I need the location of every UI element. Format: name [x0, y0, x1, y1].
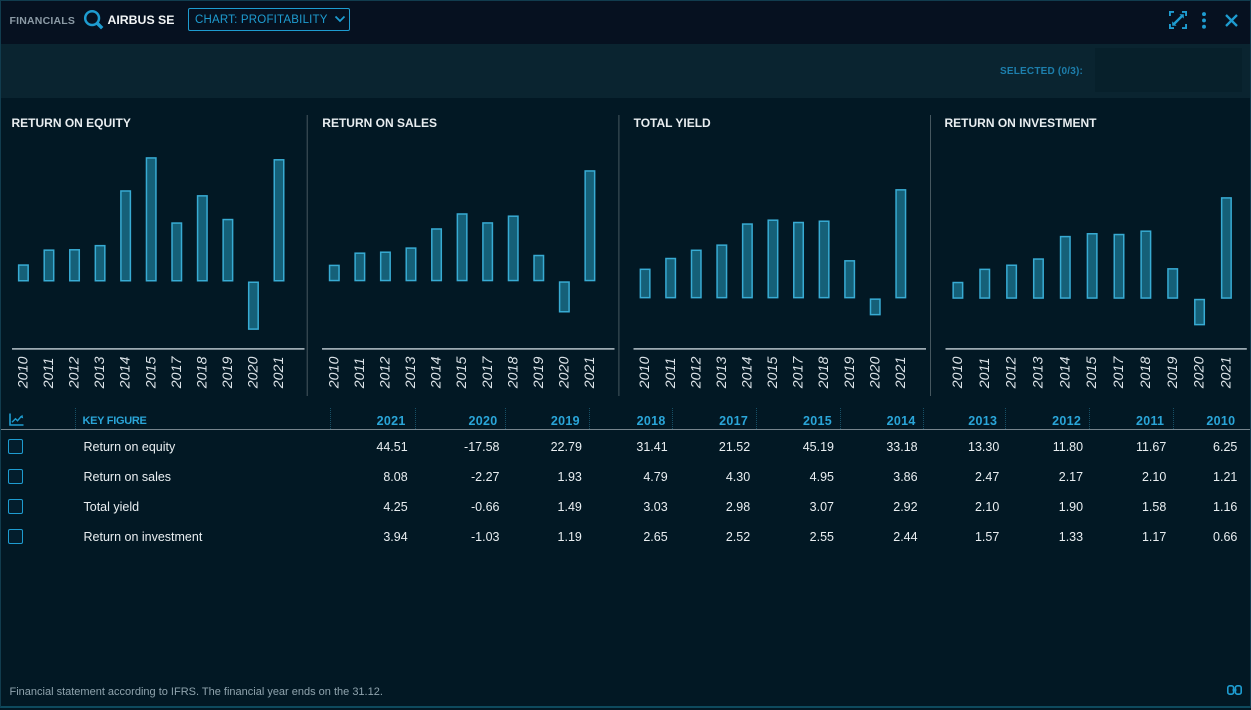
svg-text:2021: 2021	[1218, 356, 1234, 389]
svg-text:2015: 2015	[453, 356, 469, 389]
svg-text:2018: 2018	[1137, 356, 1153, 389]
svg-text:2010: 2010	[636, 356, 652, 389]
svg-text:2020: 2020	[245, 356, 261, 389]
svg-text:2015: 2015	[764, 356, 780, 389]
svg-text:2011: 2011	[40, 357, 56, 389]
svg-text:2010: 2010	[15, 356, 31, 389]
svg-text:2012: 2012	[377, 356, 393, 389]
svg-text:2014: 2014	[428, 356, 444, 389]
svg-text:2011: 2011	[976, 357, 992, 389]
svg-text:2014: 2014	[117, 356, 133, 389]
svg-text:2014: 2014	[1056, 356, 1072, 389]
svg-text:2020: 2020	[555, 356, 571, 389]
svg-text:2010: 2010	[949, 356, 965, 389]
svg-text:2011: 2011	[662, 357, 678, 389]
svg-text:2010: 2010	[325, 356, 341, 389]
svg-text:2012: 2012	[1003, 356, 1019, 389]
svg-text:2017: 2017	[790, 355, 806, 389]
svg-text:2015: 2015	[142, 356, 158, 389]
svg-text:2013: 2013	[1030, 356, 1046, 389]
svg-text:2013: 2013	[91, 356, 107, 389]
svg-text:2013: 2013	[402, 356, 418, 389]
svg-text:2020: 2020	[1191, 356, 1207, 389]
svg-text:2019: 2019	[1164, 356, 1180, 389]
svg-text:2018: 2018	[815, 356, 831, 389]
svg-text:2020: 2020	[866, 356, 882, 389]
svg-text:2021: 2021	[581, 356, 597, 389]
svg-text:2017: 2017	[168, 355, 184, 389]
svg-text:2019: 2019	[530, 356, 546, 389]
svg-text:2017: 2017	[479, 355, 495, 389]
svg-text:2015: 2015	[1083, 356, 1099, 389]
svg-text:2019: 2019	[219, 356, 235, 389]
svg-text:2017: 2017	[1110, 355, 1126, 389]
svg-text:2013: 2013	[713, 356, 729, 389]
svg-text:2021: 2021	[270, 356, 286, 389]
svg-text:2014: 2014	[739, 356, 755, 389]
svg-text:2019: 2019	[841, 356, 857, 389]
svg-text:2012: 2012	[66, 356, 82, 389]
svg-text:2011: 2011	[351, 357, 367, 389]
svg-text:2018: 2018	[193, 356, 209, 389]
svg-text:2018: 2018	[504, 356, 520, 389]
svg-text:2021: 2021	[892, 356, 908, 389]
svg-text:2012: 2012	[687, 356, 703, 389]
